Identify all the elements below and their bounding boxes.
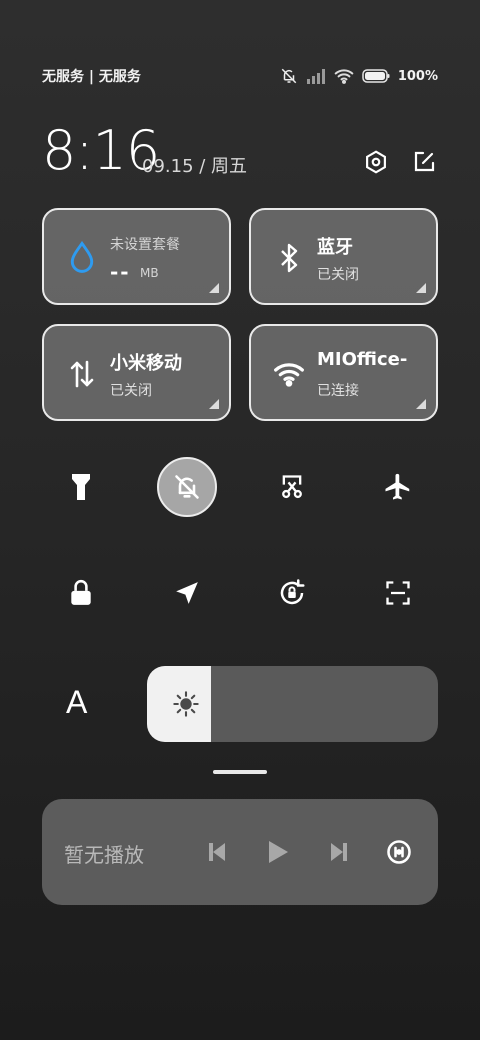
next-icon: [331, 843, 347, 861]
status-icons: 100%: [280, 67, 438, 85]
expand-corner-icon: [209, 399, 219, 409]
expand-corner-icon: [416, 399, 426, 409]
screenshot-toggle[interactable]: [262, 457, 322, 517]
battery-icon: [362, 69, 390, 83]
header: 8:16 09.15 / 周五: [42, 120, 438, 182]
play-button[interactable]: [263, 837, 293, 867]
sun-icon: [172, 690, 200, 718]
edit-icon[interactable]: [410, 148, 438, 176]
screenshot-icon: [282, 475, 302, 499]
media-player: 暂无播放: [42, 799, 438, 905]
broadcast-icon: [387, 840, 411, 864]
play-icon: [269, 841, 288, 863]
data-transfer-icon: [66, 358, 98, 390]
bluetooth-status: 已关闭: [317, 267, 359, 283]
cast-button[interactable]: [384, 837, 414, 867]
settings-gear-icon[interactable]: [362, 148, 390, 176]
brightness-slider[interactable]: [147, 666, 438, 742]
airplane-icon: [385, 473, 410, 500]
expand-corner-icon: [416, 283, 426, 293]
location-toggle[interactable]: [157, 563, 217, 623]
wifi-icon: [334, 68, 354, 84]
data-unit: MB: [140, 266, 159, 280]
data-value: --: [110, 260, 131, 284]
scan-icon: [386, 581, 410, 605]
data-plan-label: 未设置套餐: [110, 237, 180, 253]
data-usage-tile[interactable]: 未设置套餐 -- MB: [42, 208, 231, 305]
rotation-lock-icon: [280, 579, 305, 605]
flashlight-icon: [72, 474, 90, 500]
drag-handle[interactable]: [213, 770, 267, 774]
date: 09.15 / 周五: [142, 156, 248, 177]
wifi-network-name: MIOffice-: [317, 349, 408, 370]
wifi-status: 已连接: [317, 383, 359, 399]
media-status: 暂无播放: [64, 843, 144, 867]
airplane-toggle[interactable]: [368, 457, 428, 517]
mobile-data-status: 已关闭: [110, 383, 152, 399]
location-icon: [176, 582, 198, 604]
bluetooth-icon: [273, 242, 305, 274]
mute-icon: [175, 475, 199, 499]
previous-icon: [209, 843, 225, 861]
previous-track-button[interactable]: [202, 837, 232, 867]
battery-level: 100%: [397, 68, 438, 84]
auto-brightness-toggle[interactable]: A: [66, 684, 87, 721]
wifi-tile[interactable]: MIOffice- 已连接: [249, 324, 438, 421]
bluetooth-title: 蓝牙: [317, 237, 353, 258]
water-drop-icon: [66, 241, 98, 274]
mobile-data-tile[interactable]: 小米移动 已关闭: [42, 324, 231, 421]
expand-corner-icon: [209, 283, 219, 293]
lock-icon: [71, 579, 91, 605]
mute-toggle[interactable]: [157, 457, 217, 517]
carrier-text: 无服务 | 无服务: [42, 69, 141, 85]
scan-toggle[interactable]: [368, 563, 428, 623]
rotation-lock-toggle[interactable]: [262, 563, 322, 623]
flashlight-toggle[interactable]: [51, 457, 111, 517]
lock-screen-toggle[interactable]: [51, 563, 111, 623]
mobile-carrier-title: 小米移动: [110, 353, 182, 374]
wifi-icon: [273, 358, 305, 390]
status-bar: 无服务 | 无服务 100%: [42, 64, 438, 88]
next-track-button[interactable]: [324, 837, 354, 867]
bluetooth-tile[interactable]: 蓝牙 已关闭: [249, 208, 438, 305]
silent-bell-icon: [280, 67, 298, 85]
signal-icon: [306, 68, 326, 84]
